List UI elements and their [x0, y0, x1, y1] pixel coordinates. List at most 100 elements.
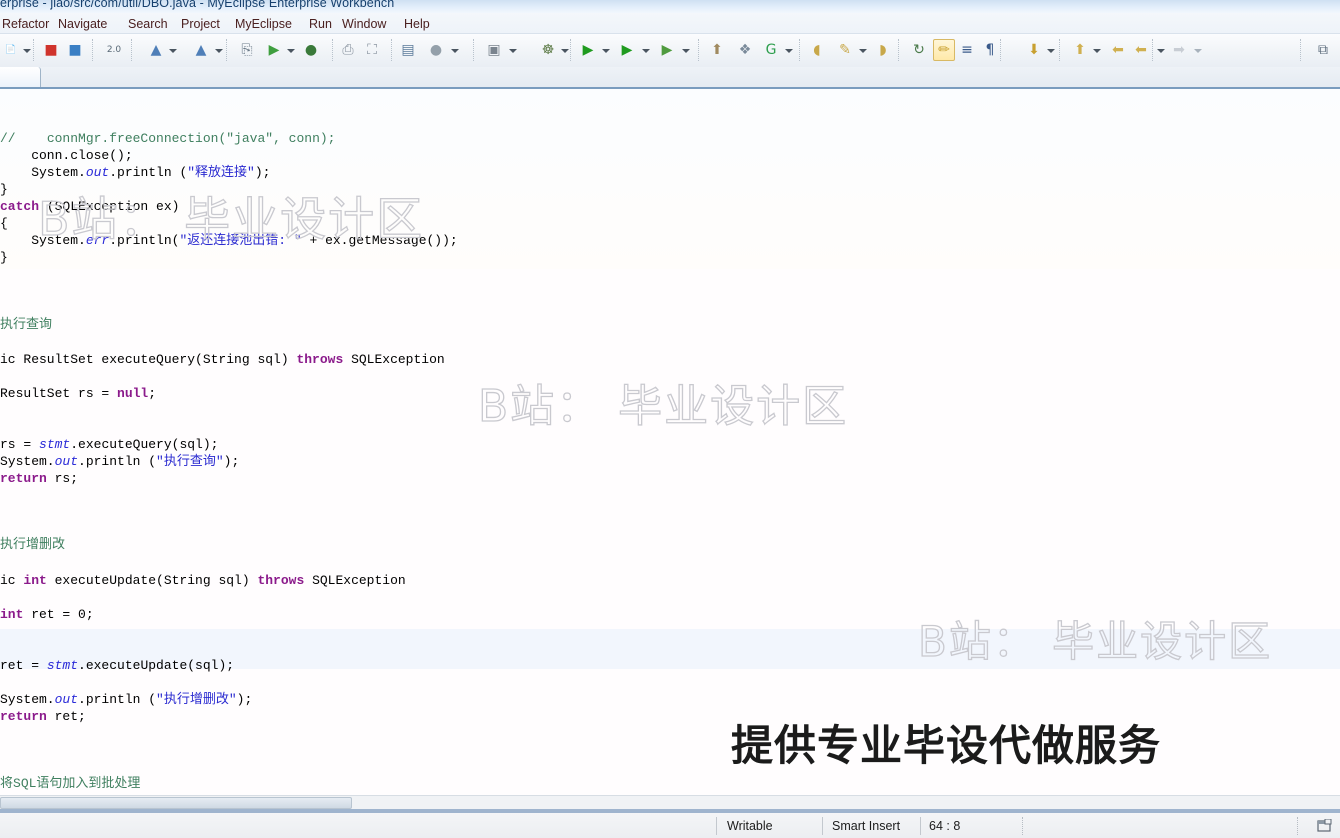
save-as-icon[interactable]: ⛶	[361, 39, 383, 61]
editor-horizontal-scrollbar[interactable]	[0, 795, 1340, 810]
status-writable: Writable	[727, 819, 773, 833]
code-token: rs =	[0, 437, 40, 452]
run-icon[interactable]: ▶	[577, 39, 599, 61]
code-token: throws	[257, 573, 305, 588]
snapshot-arrow[interactable]	[508, 47, 517, 55]
menu-item-help[interactable]: Help	[404, 16, 430, 32]
horizontal-scrollbar-thumb[interactable]	[0, 797, 352, 809]
new-wizard-icon-glyph: 📄	[5, 44, 17, 55]
menu-item-project[interactable]: Project	[181, 16, 220, 32]
external-tools-icon[interactable]: ▶	[656, 39, 678, 61]
run-arrow[interactable]	[601, 47, 610, 55]
code-line: int ret = 0;	[0, 606, 94, 623]
code-token: //	[0, 131, 16, 146]
toggle-highlight-icon[interactable]: ✏	[933, 39, 955, 61]
servlet-2-0-icon[interactable]: 2.0	[103, 39, 125, 61]
code-token: "释放连接"	[187, 165, 255, 180]
code-token: stmt	[39, 437, 71, 452]
web-module-icon[interactable]: ■	[64, 39, 86, 61]
ejb-module-icon[interactable]: ■	[40, 39, 62, 61]
code-token: {	[0, 216, 8, 231]
code-token: return	[0, 471, 47, 486]
menu-item-search[interactable]: Search	[128, 16, 168, 32]
code-token: SQL	[13, 776, 37, 791]
download-icon[interactable]: ⬇	[1023, 39, 1045, 61]
toggle-mark-icon[interactable]: ↻	[908, 39, 930, 61]
code-token: ret =	[0, 658, 47, 673]
show-pilcrow-icon-glyph: ¶	[985, 42, 995, 58]
editor-tab-dbo-java[interactable]	[0, 67, 41, 89]
pencil-icon[interactable]: ✎	[834, 39, 856, 61]
editor-layout-icon[interactable]	[1317, 819, 1332, 833]
run-server-icon[interactable]: ▶	[263, 39, 285, 61]
snapshot-icon[interactable]: ▣	[483, 39, 505, 61]
update-arrow[interactable]	[784, 47, 793, 55]
code-line: // connMgr.freeConnection("java", conn);	[0, 130, 335, 147]
next-icon[interactable]: ➡	[1168, 39, 1190, 61]
update-icon[interactable]: G	[760, 39, 782, 61]
open-browser-icon[interactable]: ●	[300, 39, 322, 61]
code-token: out	[85, 165, 110, 180]
run-history-arrow[interactable]	[641, 47, 650, 55]
last-edit-icon[interactable]: ⬆	[1069, 39, 1091, 61]
code-token: );	[236, 692, 253, 707]
menu-item-window[interactable]: Window	[342, 16, 386, 32]
external-tools-arrow[interactable]	[681, 47, 690, 55]
new-wizard-icon[interactable]: 📄	[0, 39, 22, 61]
search-icon[interactable]: ●	[425, 39, 447, 61]
editor-tab-strip	[0, 67, 1340, 89]
print-icon[interactable]: ⎙	[337, 39, 359, 61]
code-line: ic int executeUpdate(String sql) throws …	[0, 572, 406, 589]
show-pilcrow-icon[interactable]: ¶	[979, 39, 1001, 61]
ejb-module-icon-glyph: ■	[44, 42, 58, 58]
search-arrow[interactable]	[450, 47, 459, 55]
code-token: }	[0, 182, 8, 197]
toolbar-separator	[473, 39, 475, 61]
run-history-icon[interactable]: ▶	[616, 39, 638, 61]
run-server-icon-glyph: ▶	[268, 42, 280, 58]
search-icon-glyph: ●	[429, 42, 443, 58]
forward-arrow[interactable]	[1156, 47, 1165, 55]
menu-item-navigate[interactable]: Navigate	[58, 16, 107, 32]
forward-icon-glyph: ⬅	[1135, 42, 1147, 58]
deploy-project-icon[interactable]: ⎘	[236, 39, 258, 61]
debug-arrow[interactable]	[560, 47, 569, 55]
show-whitespace-icon[interactable]: ≡	[956, 39, 978, 61]
menu-item-run[interactable]: Run	[309, 16, 332, 32]
debug-icon[interactable]: ☸	[537, 39, 559, 61]
run-server-arrow[interactable]	[286, 47, 295, 55]
open-perspective-icon[interactable]: ⧉	[1312, 39, 1334, 61]
java-source-editor[interactable]: // connMgr.freeConnection("java", conn);…	[0, 89, 1340, 801]
forward-icon[interactable]: ⬅	[1130, 39, 1152, 61]
code-line: 执行增删改	[0, 536, 65, 553]
open-type-icon[interactable]: ⬆	[706, 39, 728, 61]
db-explorer-icon[interactable]: ▲	[145, 39, 167, 61]
code-token: ret = 0;	[23, 607, 94, 622]
db-browser-icon-glyph: ▲	[195, 42, 207, 58]
next-arrow[interactable]	[1193, 47, 1202, 55]
db-browser-arrow[interactable]	[214, 47, 223, 55]
db-explorer-arrow[interactable]	[168, 47, 177, 55]
pencil-arrow[interactable]	[858, 47, 867, 55]
download-arrow[interactable]	[1046, 47, 1055, 55]
code-token: ic	[0, 573, 24, 588]
code-token: (SQLException ex)	[39, 199, 180, 214]
new-class-icon[interactable]: ▤	[397, 39, 419, 61]
open-folder-icon[interactable]: ◗	[872, 39, 894, 61]
last-edit-arrow[interactable]	[1092, 47, 1101, 55]
new-package-icon[interactable]: ❖	[734, 39, 756, 61]
code-token: .executeUpdate(sql);	[78, 658, 235, 673]
menu-item-myeclipse[interactable]: MyEclipse	[235, 16, 292, 32]
code-token: .println (	[78, 692, 157, 707]
menu-item-refactor[interactable]: Refactor	[2, 16, 49, 32]
db-browser-icon[interactable]: ▲	[190, 39, 212, 61]
source-code-content[interactable]: // connMgr.freeConnection("java", conn);…	[0, 89, 1340, 801]
last-edit-icon-glyph: ⬆	[1074, 42, 1086, 58]
print-icon-glyph: ⎙	[342, 42, 354, 58]
back-icon[interactable]: ⬅	[1107, 39, 1129, 61]
new-wizard-dropdown-arrow[interactable]	[22, 47, 31, 55]
debug-icon-glyph: ☸	[541, 42, 555, 58]
code-line: rs = stmt.executeQuery(sql);	[0, 436, 218, 453]
open-resource-icon[interactable]: ◖	[806, 39, 828, 61]
code-line: 将SQL语句加入到批处理	[0, 775, 140, 792]
